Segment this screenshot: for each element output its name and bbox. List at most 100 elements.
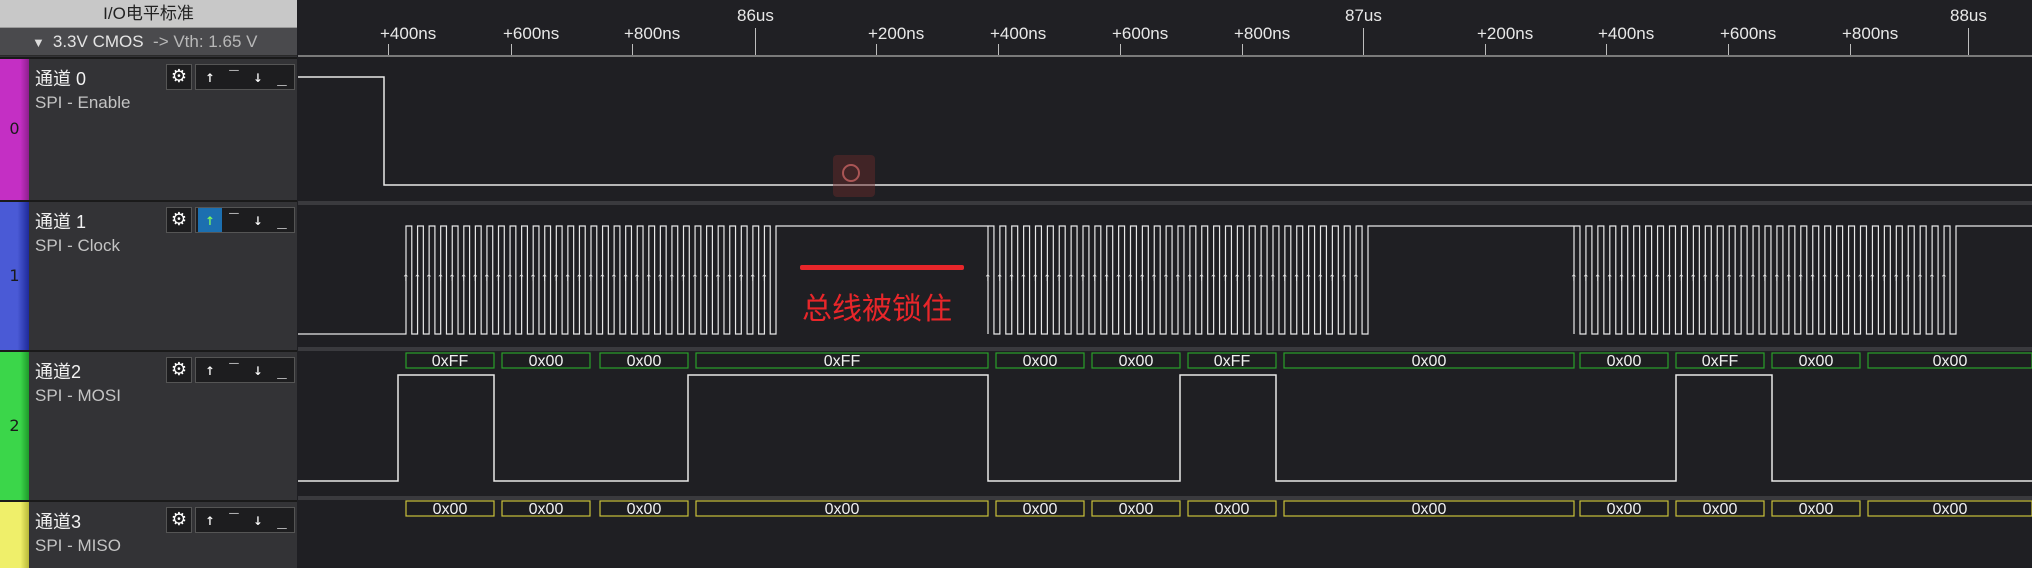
rising-edge-marker: ↑	[645, 274, 653, 284]
time-tick-label: +800ns	[1234, 24, 1291, 43]
high-level-icon[interactable]: ‾	[222, 65, 246, 89]
rising-edge-icon[interactable]: ↑	[198, 65, 222, 89]
channel-name[interactable]: 通道 1	[35, 208, 86, 234]
minor-tick	[1242, 44, 1243, 55]
rising-edge-marker: ↑	[483, 274, 491, 284]
mosi-byte-label: 0xFF	[432, 353, 469, 370]
rising-edge-marker: ↑	[737, 274, 745, 284]
falling-edge-icon[interactable]: ↓	[246, 508, 270, 532]
channel-name[interactable]: 通道 0	[35, 65, 86, 91]
falling-edge-icon[interactable]: ↓	[246, 208, 270, 232]
mosi-byte-label: 0x00	[627, 353, 662, 370]
gear-icon[interactable]: ⚙	[166, 357, 192, 383]
mosi-byte-label: 0x00	[1023, 353, 1058, 370]
rising-edge-marker: ↑	[1892, 274, 1900, 284]
rising-edge-marker: ↑	[1677, 274, 1685, 284]
channel-protocol: SPI - Clock	[35, 236, 121, 255]
rising-edge-marker: ↑	[1570, 274, 1578, 284]
rising-edge-marker: ↑	[760, 274, 768, 284]
minor-tick	[1485, 44, 1486, 55]
gear-icon[interactable]: ⚙	[166, 507, 192, 533]
time-tick-label: +600ns	[1720, 24, 1777, 43]
rising-edge-icon[interactable]: ↑	[198, 358, 222, 382]
low-level-icon[interactable]: _	[270, 65, 294, 89]
rising-edge-marker: ↑	[1845, 274, 1853, 284]
channel-protocol: SPI - Enable	[35, 93, 131, 112]
time-ruler[interactable]: +400ns +600ns +800ns 86us +200ns +400ns +600ns…	[298, 0, 2032, 57]
rising-edge-icon[interactable]: ↑	[198, 208, 222, 232]
channel-2-header[interactable]: 2 通道2 SPI - MOSI ⚙ ↑ ‾ ↓ _	[0, 350, 297, 500]
rising-edge-marker: ↑	[1821, 274, 1829, 284]
rising-edge-marker: ↑	[1654, 274, 1662, 284]
zoom-icon	[833, 155, 875, 197]
channel-separator	[298, 496, 2032, 500]
minor-tick	[1728, 44, 1729, 55]
annotation-text: 总线被锁住	[802, 292, 952, 327]
rising-edge-marker: ↑	[1198, 274, 1206, 284]
falling-edge-icon[interactable]: ↓	[246, 358, 270, 382]
mosi-byte-label: 0x00	[529, 353, 564, 370]
rising-edge-marker: ↑	[1594, 274, 1602, 284]
trigger-options: ↑ ‾ ↓ _	[195, 207, 295, 233]
rising-edge-marker: ↑	[1174, 274, 1182, 284]
major-tick	[755, 28, 756, 55]
falling-edge-icon[interactable]: ↓	[246, 65, 270, 89]
rising-edge-marker: ↑	[1833, 274, 1841, 284]
miso-byte-label: 0x00	[1119, 501, 1154, 518]
mosi-byte-label: 0x00	[1933, 353, 1968, 370]
channel-name[interactable]: 通道3	[35, 508, 81, 534]
minor-tick	[876, 44, 877, 55]
rising-edge-marker: ↑	[1115, 274, 1123, 284]
miso-byte-label: 0x00	[1607, 501, 1642, 518]
mosi-waveform	[298, 374, 2032, 482]
waveform-area[interactable]: ↑ ↑ ↑ ↑ ↑ ↑ ↑ ↑ ↑ ↑ ↑ ↑ ↑ ↑ ↑ ↑ ↑ ↑ ↑ ↑ ↑ ↑ ↑ ↑ ↑ ↑ ↑ ↑ ↑ ↑ ↑ ↑ ↑ ↑ ↑ ↑ ↑ ↑ ↑ ↑…	[298, 57, 2032, 566]
channel-3-header[interactable]: 通道3 SPI - MISO ⚙ ↑ ‾ ↓ _	[0, 500, 297, 568]
channel-color-strip	[0, 502, 29, 568]
minor-tick	[632, 44, 633, 55]
rising-edge-marker: ↑	[1186, 274, 1194, 284]
low-level-icon[interactable]: _	[270, 208, 294, 232]
rising-edge-marker: ↑	[1749, 274, 1757, 284]
channel-name[interactable]: 通道2	[35, 358, 81, 384]
vth-value: -> Vth: 1.65 V	[153, 32, 258, 51]
trigger-options: ↑ ‾ ↓ _	[195, 357, 295, 383]
miso-byte-label: 0x00	[1799, 501, 1834, 518]
low-level-icon[interactable]: _	[270, 358, 294, 382]
rising-edge-marker: ↑	[1642, 274, 1650, 284]
high-level-icon[interactable]: ‾	[222, 508, 246, 532]
miso-byte-label: 0x00	[529, 501, 564, 518]
gear-icon[interactable]: ⚙	[166, 207, 192, 233]
miso-byte-label: 0x00	[1023, 501, 1058, 518]
rising-edge-marker: ↑	[726, 274, 734, 284]
miso-byte-label: 0x00	[1412, 501, 1447, 518]
mosi-byte-label: 0x00	[1119, 353, 1154, 370]
rising-edge-marker: ↑	[402, 274, 410, 284]
channel-0-header[interactable]: 0 通道 0 SPI - Enable ⚙ ↑ ‾ ↓ _	[0, 57, 297, 200]
miso-byte-label: 0x00	[1215, 501, 1250, 518]
high-level-icon[interactable]: ‾	[222, 358, 246, 382]
rising-edge-marker: ↑	[425, 274, 433, 284]
low-level-icon[interactable]: _	[270, 508, 294, 532]
gear-icon[interactable]: ⚙	[166, 64, 192, 90]
rising-edge-marker: ↑	[541, 274, 549, 284]
rising-edge-marker: ↑	[1317, 274, 1325, 284]
channel-1-header[interactable]: 1 通道 1 SPI - Clock ⚙ ↑ ‾ ↓ _	[0, 200, 297, 350]
time-tick-label: +200ns	[1477, 24, 1534, 43]
rising-edge-marker: ↑	[1281, 274, 1289, 284]
io-standard-select[interactable]: ▼ 3.3V CMOS -> Vth: 1.65 V	[0, 28, 297, 56]
rising-edge-marker: ↑	[1222, 274, 1230, 284]
high-level-icon[interactable]: ‾	[222, 208, 246, 232]
dropdown-triangle-icon[interactable]: ▼	[32, 29, 45, 56]
rising-edge-marker: ↑	[633, 274, 641, 284]
trigger-options: ↑ ‾ ↓ _	[195, 64, 295, 90]
enable-waveform	[298, 76, 2032, 186]
time-tick-label: +600ns	[1112, 24, 1169, 43]
rising-edge-marker: ↑	[1618, 274, 1626, 284]
rising-edge-marker: ↑	[599, 274, 607, 284]
rising-edge-marker: ↑	[984, 274, 992, 284]
rising-edge-marker: ↑	[448, 274, 456, 284]
time-tick-label: +800ns	[624, 24, 681, 43]
rising-edge-icon[interactable]: ↑	[198, 508, 222, 532]
rising-edge-marker: ↑	[1940, 274, 1948, 284]
rising-edge-marker: ↑	[1103, 274, 1111, 284]
